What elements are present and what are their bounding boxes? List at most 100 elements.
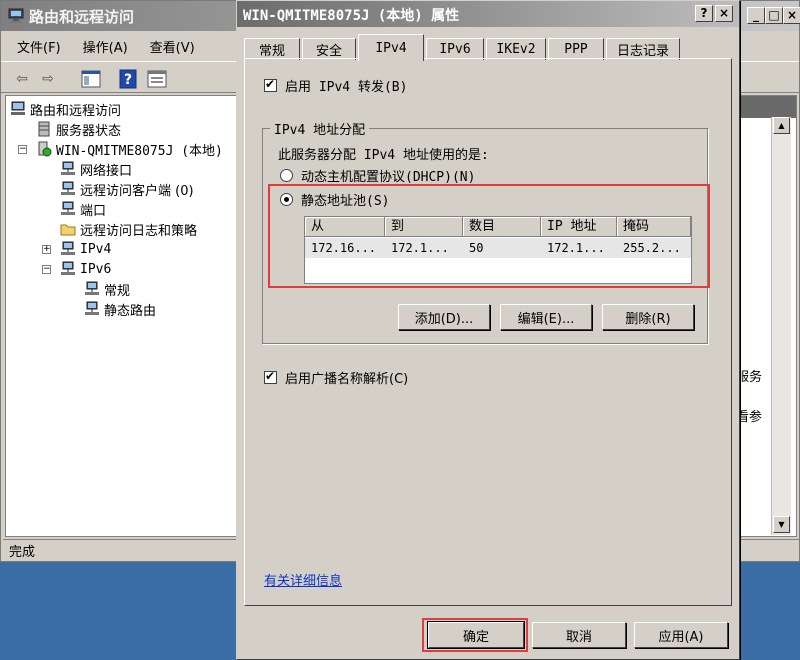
main-window-title: 路由和远程访问: [29, 7, 135, 26]
tab-ipv4[interactable]: IPv4: [358, 34, 424, 61]
database-icon: [38, 121, 50, 137]
tree-label: 常规: [104, 283, 131, 299]
minimize-button[interactable]: _: [747, 7, 765, 24]
enable-broadcast-label: 启用广播名称解析(C): [285, 372, 409, 387]
status-text: 完成: [9, 545, 36, 560]
network-icon: [61, 261, 75, 275]
details-header: [738, 96, 796, 118]
tab-logging[interactable]: 日志记录: [606, 38, 680, 60]
tab-security[interactable]: 安全: [302, 38, 356, 60]
scroll-up-arrow-icon[interactable]: ▲: [773, 117, 790, 134]
maximize-button[interactable]: □: [765, 7, 783, 24]
enable-broadcast-resolution[interactable]: 启用广播名称解析(C): [264, 368, 408, 387]
dialog-titlebar[interactable]: WIN-QMITME8075J (本地) 属性 ? ×: [237, 1, 739, 27]
network-icon: [61, 241, 75, 255]
back-arrow-icon[interactable]: ⇦: [11, 69, 33, 89]
cell-from: 172.16...: [311, 241, 377, 255]
ok-button[interactable]: 确定: [427, 621, 525, 649]
help-icon[interactable]: ?: [119, 69, 137, 89]
apply-button[interactable]: 应用(A): [634, 622, 728, 648]
network-icon: [61, 161, 75, 175]
menu-action[interactable]: 操作(A): [83, 37, 128, 56]
group-title: IPv4 地址分配: [270, 119, 370, 138]
tab-ipv6[interactable]: IPv6: [426, 38, 484, 60]
radio-off-icon[interactable]: [280, 169, 293, 182]
scroll-down-arrow-icon[interactable]: ▼: [773, 516, 790, 533]
tree-node-ipv6-general[interactable]: 常规: [84, 279, 130, 299]
add-button[interactable]: 添加(D)...: [398, 304, 490, 330]
tree-node-logging-policy[interactable]: 远程访问日志和策略: [60, 219, 197, 239]
radio-on-icon[interactable]: [280, 193, 293, 206]
tree-node-ports[interactable]: 端口: [60, 199, 106, 219]
table-row[interactable]: 172.16... 172.1... 50 172.1... 255.2...: [305, 238, 691, 258]
svg-text:?: ?: [124, 72, 132, 88]
table-header: 从 到 数目 IP 地址 掩码: [305, 217, 691, 237]
tree-node-remote-clients[interactable]: 远程访问客户端 (0): [60, 179, 194, 199]
tree-label: 网络接口: [80, 163, 133, 179]
dialog-title: WIN-QMITME8075J (本地) 属性: [243, 8, 460, 24]
cancel-button[interactable]: 取消: [532, 622, 626, 648]
dialog-close-button[interactable]: ×: [715, 5, 733, 22]
network-icon: [85, 281, 99, 295]
radio-dhcp[interactable]: 动态主机配置协议(DHCP)(N): [280, 166, 475, 185]
tab-general[interactable]: 常规: [244, 38, 300, 60]
tab-ppp[interactable]: PPP: [548, 38, 604, 60]
collapse-toggle[interactable]: −: [42, 265, 51, 274]
tree-node-ipv6-static-routes[interactable]: 静态路由: [84, 299, 156, 319]
tree-label: IPv6: [80, 261, 112, 277]
column-header-count[interactable]: 数目: [463, 217, 541, 237]
tree-node-ipv6[interactable]: IPv6: [60, 259, 111, 279]
properties-icon[interactable]: [147, 70, 167, 88]
tree-label: 远程访问客户端 (0): [80, 183, 194, 199]
tree-label: 路由和远程访问: [30, 103, 122, 119]
more-info-link[interactable]: 有关详细信息: [264, 570, 342, 589]
server-running-icon: [38, 141, 52, 157]
tree-label: 静态路由: [104, 303, 157, 319]
radio-static-label: 静态地址池(S): [301, 194, 390, 209]
checkbox-checked-icon[interactable]: [264, 369, 277, 384]
routing-app-icon: [8, 8, 24, 23]
help-button[interactable]: ?: [695, 5, 713, 22]
tab-ikev2[interactable]: IKEv2: [486, 38, 546, 60]
tree-label: 服务器状态: [56, 123, 122, 139]
tree-node-network-interfaces[interactable]: 网络接口: [60, 159, 132, 179]
network-icon: [61, 181, 75, 195]
static-pool-table[interactable]: 从 到 数目 IP 地址 掩码 172.16... 172.1... 50 17…: [304, 216, 692, 284]
tree-label: 远程访问日志和策略: [80, 223, 198, 239]
forward-arrow-icon[interactable]: ⇨: [37, 69, 59, 89]
tree-label: 端口: [80, 203, 107, 219]
details-scrollbar[interactable]: ▲ ▼: [771, 117, 791, 535]
tree-node-ipv4[interactable]: IPv4: [60, 239, 111, 259]
menu-file[interactable]: 文件(F): [17, 37, 61, 56]
network-icon: [61, 201, 75, 215]
collapse-toggle[interactable]: −: [18, 145, 27, 154]
server-monitor-icon: [11, 101, 25, 115]
menu-view[interactable]: 查看(V): [150, 37, 195, 56]
column-header-mask[interactable]: 掩码: [617, 217, 691, 237]
expand-toggle[interactable]: +: [42, 245, 51, 254]
tree-label: WIN-QMITME8075J (本地): [56, 143, 223, 159]
column-header-to[interactable]: 到: [385, 217, 463, 237]
main-close-button[interactable]: ×: [783, 7, 800, 24]
cell-ip: 172.1...: [547, 241, 605, 255]
tree-node-server[interactable]: WIN-QMITME8075J (本地): [36, 139, 223, 159]
group-description: 此服务器分配 IPv4 地址使用的是:: [278, 148, 489, 163]
delete-button[interactable]: 删除(R): [602, 304, 694, 330]
console-tree: 路由和远程访问 服务器状态 − WIN-QMITME8075J (本地) 网络接…: [5, 95, 241, 537]
radio-static-pool[interactable]: 静态地址池(S): [280, 190, 389, 209]
folder-icon: [60, 224, 76, 236]
edit-button[interactable]: 编辑(E)...: [500, 304, 592, 330]
checkbox-checked-icon[interactable]: [264, 77, 277, 92]
column-header-from[interactable]: 从: [305, 217, 385, 237]
cell-count: 50: [469, 241, 484, 255]
enable-forwarding-label: 启用 IPv4 转发(B): [285, 80, 408, 95]
tree-label: IPv4: [80, 241, 112, 257]
tabstrip: 常规 安全 IPv4 IPv6 IKEv2 PPP 日志记录: [244, 34, 734, 61]
enable-ipv4-forwarding[interactable]: 启用 IPv4 转发(B): [264, 76, 407, 95]
tree-node-server-status[interactable]: 服务器状态: [36, 119, 121, 139]
network-icon: [85, 301, 99, 315]
radio-dhcp-label: 动态主机配置协议(DHCP)(N): [301, 170, 476, 185]
tree-node-root[interactable]: 路由和远程访问: [10, 99, 121, 119]
column-header-ip[interactable]: IP 地址: [541, 217, 617, 237]
console-tree-icon[interactable]: [81, 70, 101, 88]
